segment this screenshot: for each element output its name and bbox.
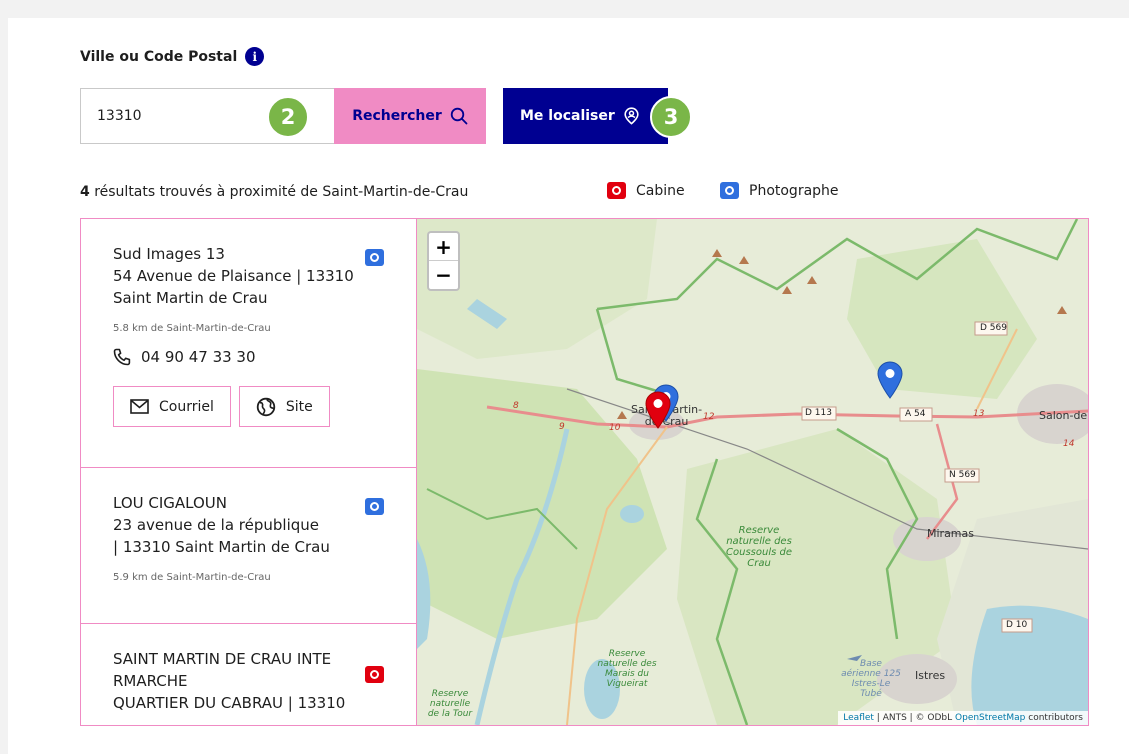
reserve-label: Reserve naturelle de la Tour <box>427 689 473 719</box>
list-item[interactable]: LOU CIGALOUN 23 avenue de la république … <box>81 468 416 624</box>
location-user-icon <box>624 107 639 125</box>
attribution-text-end: contributors <box>1025 713 1083 723</box>
phone-icon <box>113 348 131 366</box>
search-button-label: Rechercher <box>352 108 442 124</box>
item-address: 54 Avenue de Plaisance | 13310 Saint Mar… <box>113 267 354 307</box>
search-icon <box>450 107 468 125</box>
action-row: Courriel Site <box>113 386 386 427</box>
legend-photographe-label: Photographe <box>749 182 839 199</box>
town-label: Miramas <box>927 527 974 540</box>
search-button[interactable]: Rechercher <box>334 88 486 144</box>
item-name: LOU CIGALOUN <box>113 494 227 512</box>
zoom-in-button[interactable]: + <box>429 233 458 261</box>
legend-cabine: Cabine <box>607 182 685 199</box>
town-label: Salon-de <box>1039 409 1088 422</box>
camera-red-icon <box>607 182 626 199</box>
base-label: Base aérienne 125 Istres-Le Tubé <box>841 659 901 699</box>
item-name: Sud Images 13 <box>113 245 225 263</box>
road-label: N 569 <box>949 470 976 480</box>
road-number-label: 10 <box>609 423 621 433</box>
map-attribution: Leaflet | ANTS | © ODbL OpenStreetMap co… <box>838 711 1088 725</box>
email-button[interactable]: Courriel <box>113 386 231 427</box>
info-icon[interactable]: i <box>245 47 265 66</box>
road-label: A 54 <box>905 409 926 419</box>
search-label-row: Ville ou Code Postal i <box>80 47 265 66</box>
map-marker-red[interactable] <box>645 391 671 429</box>
road-number-label: 8 <box>513 401 519 411</box>
camera-red-icon <box>365 666 384 683</box>
item-name: SAINT MARTIN DE CRAU INTE RMARCHE <box>113 650 332 690</box>
email-button-label: Courriel <box>159 398 214 415</box>
phone-row[interactable]: 04 90 47 33 30 <box>113 348 386 366</box>
leaflet-link[interactable]: Leaflet <box>843 713 874 723</box>
road-number-label: 14 <box>1063 439 1075 449</box>
osm-link[interactable]: OpenStreetMap <box>955 713 1025 723</box>
search-label: Ville ou Code Postal <box>80 48 238 65</box>
camera-blue-icon <box>720 182 739 199</box>
map[interactable]: D 569 D 113 A 54 N 569 D 10 8 9 10 12 13… <box>417 219 1088 725</box>
legend-cabine-label: Cabine <box>636 182 685 199</box>
reserve-label: Reserve naturelle des Marais du Vigueira… <box>597 649 657 689</box>
step-badge-3: 3 <box>650 96 692 138</box>
zoom-out-button[interactable]: − <box>429 261 458 289</box>
mail-icon <box>130 399 149 414</box>
road-number-label: 13 <box>973 409 985 419</box>
results-summary-text: résultats trouvés à proximité de Saint-M… <box>94 184 469 200</box>
list-item[interactable]: Sud Images 13 54 Avenue de Plaisance | 1… <box>81 219 416 468</box>
town-label: Istres <box>915 669 946 682</box>
map-marker-blue[interactable] <box>877 361 903 399</box>
attribution-text: | ANTS | © ODbL <box>873 713 956 723</box>
list-item[interactable]: SAINT MARTIN DE CRAU INTE RMARCHE QUARTI… <box>81 624 416 725</box>
road-label: D 10 <box>1006 620 1028 630</box>
zoom-control: + − <box>427 231 460 291</box>
map-tiles <box>417 219 1088 725</box>
item-phone[interactable]: 04 90 47 33 30 <box>141 348 256 366</box>
legend-photographe: Photographe <box>720 182 839 199</box>
road-number-label: 9 <box>559 422 565 432</box>
results-container: Sud Images 13 54 Avenue de Plaisance | 1… <box>80 218 1089 726</box>
item-distance: 5.9 km de Saint-Martin-de-Crau <box>113 572 271 583</box>
site-button-label: Site <box>285 398 313 415</box>
reserve-label: Reserve naturelle des Coussouls de Crau <box>726 525 792 569</box>
road-label: D 113 <box>805 408 832 418</box>
step-badge-2: 2 <box>267 96 309 138</box>
locate-me-label: Me localiser <box>520 108 615 124</box>
road-label: D 569 <box>980 323 1007 333</box>
globe-icon <box>256 397 276 416</box>
item-address: QUARTIER DU CABRAU | 13310 <box>113 694 346 712</box>
locate-me-button[interactable]: Me localiser <box>503 88 668 144</box>
item-distance: 5.8 km de Saint-Martin-de-Crau <box>113 323 271 334</box>
camera-blue-icon <box>365 498 384 515</box>
road-number-label: 12 <box>703 412 715 422</box>
camera-blue-icon <box>365 249 384 266</box>
site-button[interactable]: Site <box>238 386 330 427</box>
item-address: 23 avenue de la république | 13310 Saint… <box>113 516 330 556</box>
results-count: 4 <box>80 184 90 200</box>
results-list[interactable]: Sud Images 13 54 Avenue de Plaisance | 1… <box>81 219 417 725</box>
results-summary: 4 résultats trouvés à proximité de Saint… <box>80 184 468 200</box>
